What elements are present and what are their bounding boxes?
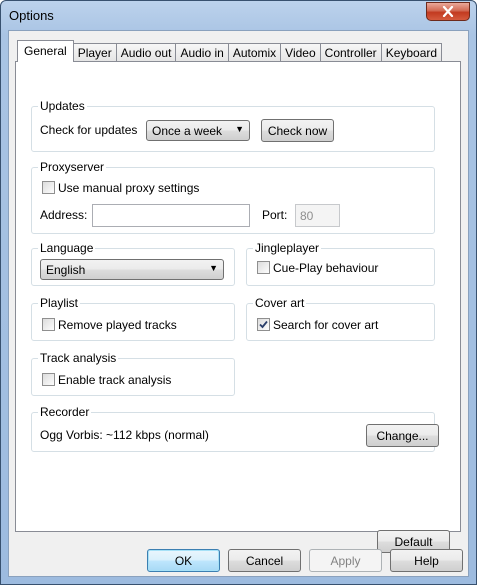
language-select[interactable]: English ▼ (40, 259, 224, 280)
check-now-button[interactable]: Check now (261, 119, 334, 142)
language-group: Language English ▼ (31, 241, 235, 286)
options-window: Options General Player Audio out Audio i… (0, 0, 477, 585)
ok-button[interactable]: OK (147, 549, 220, 572)
updates-group: Updates Check for updates Once a week ▼ … (31, 99, 435, 152)
cover-art-checkbox[interactable] (257, 318, 270, 331)
tab-keyboard[interactable]: Keyboard (380, 43, 443, 62)
window-title: Options (9, 8, 54, 23)
proxy-group: Proxyserver Use manual proxy settings Ad… (31, 160, 435, 234)
track-analysis-label: Enable track analysis (58, 373, 172, 387)
tab-general[interactable]: General (17, 40, 74, 62)
playlist-title: Playlist (38, 296, 81, 310)
help-button[interactable]: Help (390, 549, 463, 572)
recorder-group: Recorder Ogg Vorbis: ~112 kbps (normal) … (31, 405, 439, 452)
manual-proxy-checkbox[interactable] (42, 181, 55, 194)
check-for-updates-label: Check for updates (40, 123, 138, 137)
proxy-title: Proxyserver (38, 160, 107, 174)
updates-title: Updates (38, 99, 87, 113)
address-label: Address: (40, 208, 88, 222)
jingleplayer-title: Jingleplayer (253, 241, 322, 255)
close-icon (442, 6, 454, 17)
track-analysis-checkbox[interactable] (42, 373, 55, 386)
cue-play-label: Cue-Play behaviour (273, 261, 379, 275)
tab-audio-in[interactable]: Audio in (175, 43, 229, 62)
cancel-button[interactable]: Cancel (228, 549, 301, 572)
address-input[interactable] (92, 204, 250, 227)
tab-player[interactable]: Player (72, 43, 117, 62)
tab-video[interactable]: Video (280, 43, 321, 62)
cover-art-group: Cover art Search for cover art (246, 296, 435, 341)
remove-played-label: Remove played tracks (58, 318, 177, 332)
tab-audio-out[interactable]: Audio out (115, 43, 177, 62)
recorder-title: Recorder (38, 405, 92, 419)
tab-controller[interactable]: Controller (319, 43, 382, 62)
jingleplayer-group: Jingleplayer Cue-Play behaviour (246, 241, 435, 286)
cover-art-title: Cover art (253, 296, 307, 310)
recorder-format-text: Ogg Vorbis: ~112 kbps (normal) (40, 428, 209, 442)
update-frequency-value: Once a week (152, 124, 223, 138)
apply-button[interactable]: Apply (309, 549, 382, 572)
track-analysis-title: Track analysis (38, 351, 119, 365)
checkmark-icon (259, 320, 268, 329)
dialog-client: General Player Audio out Audio in Automi… (8, 30, 469, 577)
close-button[interactable] (426, 2, 470, 21)
language-title: Language (38, 241, 96, 255)
chevron-down-icon: ▼ (209, 263, 218, 273)
playlist-group: Playlist Remove played tracks (31, 296, 235, 341)
chevron-down-icon: ▼ (235, 124, 244, 134)
language-value: English (46, 263, 86, 277)
track-analysis-group: Track analysis Enable track analysis (31, 351, 235, 396)
update-frequency-select[interactable]: Once a week ▼ (146, 120, 250, 141)
cue-play-checkbox[interactable] (257, 261, 270, 274)
cover-art-label: Search for cover art (273, 318, 379, 332)
change-recorder-button[interactable]: Change... (366, 424, 439, 447)
general-panel: Updates Check for updates Once a week ▼ … (15, 61, 461, 553)
port-input[interactable] (295, 204, 340, 227)
remove-played-checkbox[interactable] (42, 318, 55, 331)
dialog-button-bar: OK Cancel Apply Help (9, 539, 468, 577)
port-label: Port: (262, 208, 288, 222)
manual-proxy-label: Use manual proxy settings (58, 181, 200, 195)
tab-automix[interactable]: Automix (227, 43, 282, 62)
tab-strip: General Player Audio out Audio in Automi… (17, 40, 443, 62)
